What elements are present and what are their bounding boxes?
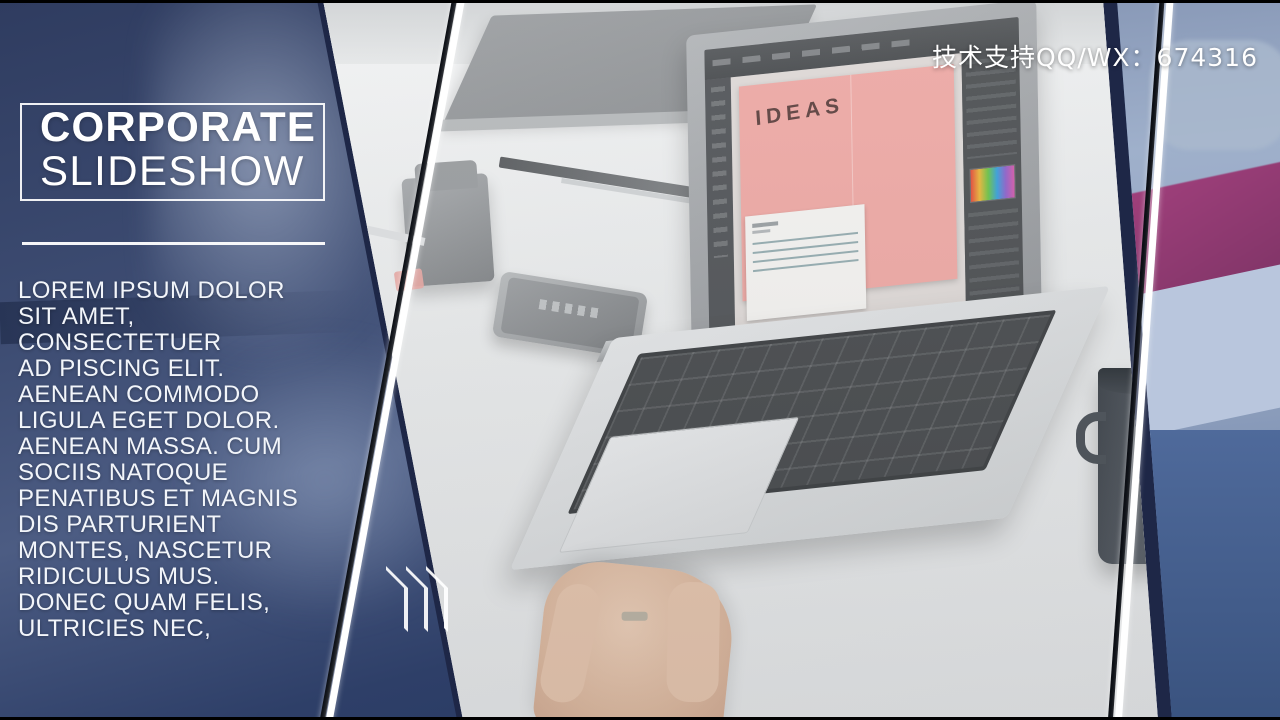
chevrons-right-icon <box>386 566 458 640</box>
body-paragraph: LOREM IPSUM DOLOR SIT AMET, CONSECTETUER… <box>18 277 299 642</box>
canvas-ideas-text: IDEAS <box>754 93 845 131</box>
top-letterbox-edge <box>0 0 1280 3</box>
support-watermark: 技术支持QQ/WX：674316 <box>931 43 1258 72</box>
mug-handle <box>1076 412 1106 464</box>
canvas-card <box>745 204 867 322</box>
hand-finger <box>536 579 605 707</box>
hand <box>531 556 739 720</box>
design-app-canvas: IDEAS <box>730 53 966 335</box>
hand-ring <box>621 611 648 621</box>
hand-thumb <box>666 581 721 703</box>
canvas-card-title <box>752 221 779 228</box>
color-picker-swatch <box>969 164 1016 204</box>
design-app-panels <box>961 47 1024 338</box>
title-divider-rule <box>22 242 325 245</box>
design-app-tool-icons <box>710 86 728 259</box>
canvas-card-subtitle <box>752 229 771 234</box>
slideshow-stage: IDEAS CORPORATE SLIDESHOW LOREM IPSUM DO… <box>0 0 1280 720</box>
canvas-page: IDEAS <box>738 64 958 322</box>
page-title-primary: CORPORATE <box>40 103 317 150</box>
page-title-secondary: SLIDESHOW <box>40 147 305 194</box>
